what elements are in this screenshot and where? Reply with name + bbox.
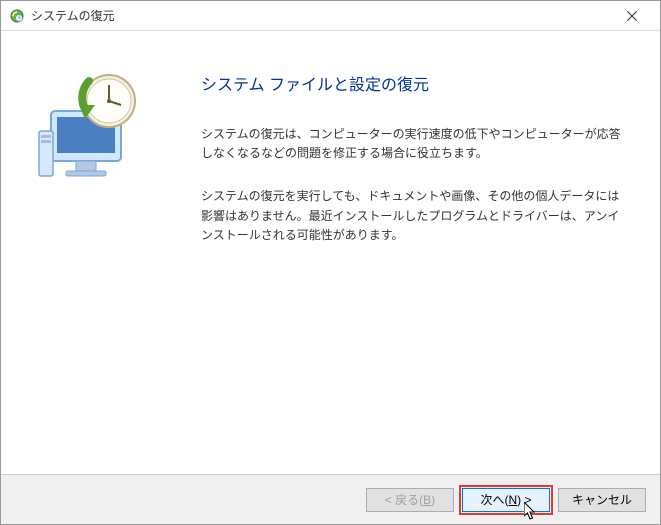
- content-area: システム ファイルと設定の復元 システムの復元は、コンピューターの実行速度の低下…: [1, 31, 660, 474]
- sidebar: [1, 31, 181, 474]
- app-icon: [9, 8, 25, 24]
- close-icon: [627, 11, 637, 21]
- description-2: システムの復元を実行しても、ドキュメントや画像、その他の個人データには影響はあり…: [201, 187, 630, 245]
- next-button[interactable]: 次へ(N) >: [462, 488, 550, 512]
- description-1: システムの復元は、コンピューターの実行速度の低下やコンピューターが応答しなくなる…: [201, 125, 630, 163]
- page-heading: システム ファイルと設定の復元: [201, 71, 630, 95]
- titlebar: システムの復元: [1, 1, 660, 31]
- main-panel: システム ファイルと設定の復元 システムの復元は、コンピューターの実行速度の低下…: [181, 31, 660, 474]
- cancel-button[interactable]: キャンセル: [558, 488, 646, 512]
- window-title: システムの復元: [31, 7, 612, 24]
- restore-illustration: [31, 61, 151, 181]
- back-button: < 戻る(B): [366, 488, 454, 512]
- system-restore-window: システムの復元: [0, 0, 661, 525]
- footer: < 戻る(B) 次へ(N) > キャンセル: [1, 474, 660, 524]
- close-button[interactable]: [612, 2, 652, 30]
